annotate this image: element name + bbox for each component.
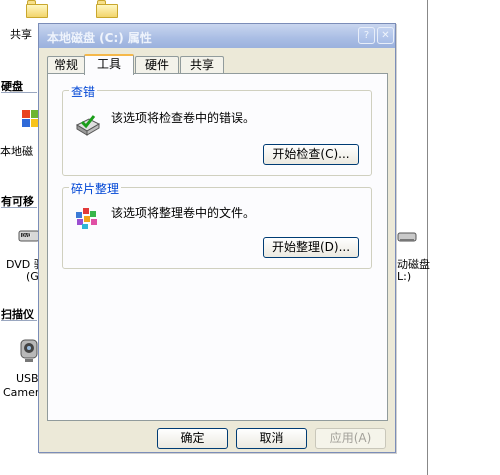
- dvd-drive-icon[interactable]: DVD: [18, 227, 40, 245]
- removable-disk-label-line2[interactable]: L:): [397, 270, 411, 283]
- dvd-drive-label-line2[interactable]: (G: [26, 270, 39, 283]
- cancel-button[interactable]: 取消: [236, 428, 307, 449]
- tab-general[interactable]: 常规: [47, 56, 85, 74]
- tab-sharing[interactable]: 共享: [180, 56, 224, 74]
- start-check-button[interactable]: 开始检查(C)...: [263, 144, 359, 165]
- ok-button[interactable]: 确定: [157, 428, 228, 449]
- removable-disk-icon[interactable]: [397, 230, 417, 244]
- apply-button[interactable]: 应用(A): [315, 428, 386, 449]
- error-check-group: 查错 该选项将检查卷中的错误。 开始检查(C)...: [62, 83, 372, 176]
- section-divider: [1, 320, 37, 321]
- title-bar[interactable]: 本地磁盘 (C:) 属性 ? ✕: [39, 24, 395, 48]
- error-check-description: 该选项将检查卷中的错误。: [111, 111, 256, 125]
- folder-icon[interactable]: [26, 0, 48, 18]
- error-check-title: 查错: [69, 83, 98, 100]
- usb-camera-label-line1[interactable]: USB: [16, 372, 39, 385]
- disk-check-icon: [73, 111, 101, 139]
- help-button[interactable]: ?: [358, 27, 375, 44]
- folder-icon[interactable]: [96, 0, 118, 18]
- svg-text:DVD: DVD: [22, 233, 31, 238]
- tools-tab-panel: 查错 该选项将检查卷中的错误。 开始检查(C)... 碎片整理 该选项将整理卷中…: [47, 73, 388, 421]
- shared-folder-label[interactable]: 共享: [10, 26, 32, 42]
- local-disk-label[interactable]: 本地磁: [0, 143, 33, 159]
- defrag-description: 该选项将整理卷中的文件。: [111, 206, 256, 220]
- properties-dialog: 本地磁盘 (C:) 属性 ? ✕ 常规 工具 硬件 共享 查错 该选项将检查卷中…: [38, 23, 396, 453]
- defrag-icon: [73, 204, 101, 232]
- defrag-title: 碎片整理: [69, 180, 122, 197]
- section-divider: [1, 92, 37, 93]
- dialog-title: 本地磁盘 (C:) 属性: [47, 31, 152, 45]
- section-divider: [1, 207, 37, 208]
- tab-hardware[interactable]: 硬件: [135, 56, 179, 74]
- tab-tools[interactable]: 工具: [84, 54, 134, 75]
- defrag-group: 碎片整理 该选项将整理卷中的文件。 开始整理(D)...: [62, 180, 372, 269]
- start-defrag-button[interactable]: 开始整理(D)...: [263, 237, 359, 258]
- close-button[interactable]: ✕: [377, 27, 394, 44]
